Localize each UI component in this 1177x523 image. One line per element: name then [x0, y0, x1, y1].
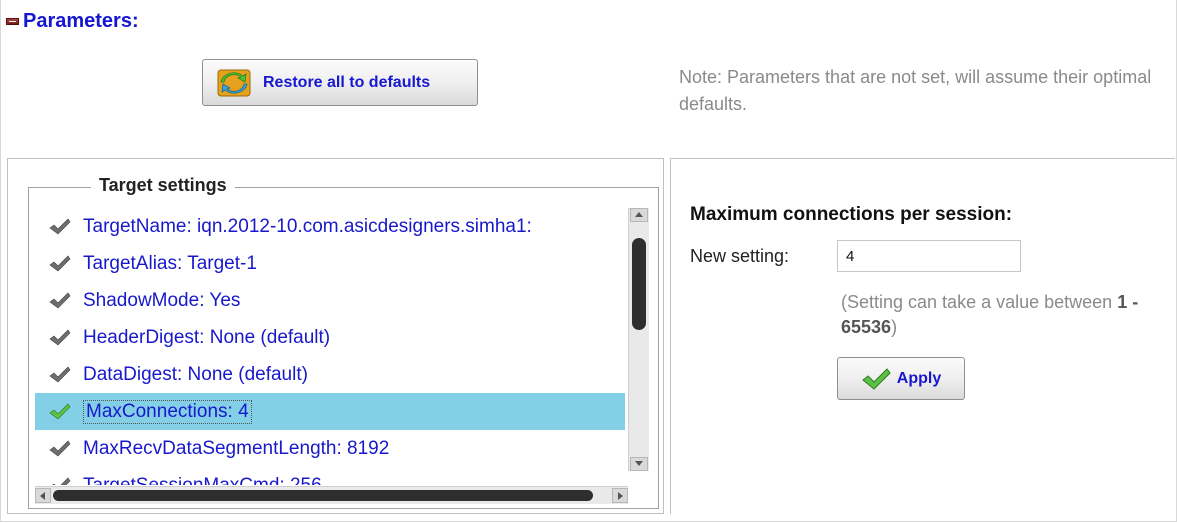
list-item[interactable]: ShadowMode: Yes	[35, 282, 625, 319]
restore-defaults-label: Restore all to defaults	[263, 73, 431, 91]
collapse-icon[interactable]	[6, 18, 19, 25]
vertical-scrollbar[interactable]	[628, 208, 649, 471]
list-item[interactable]: TargetName: iqn.2012-10.com.asicdesigner…	[35, 208, 625, 245]
new-setting-label: New setting:	[690, 246, 790, 266]
checkmark-icon	[49, 440, 71, 456]
list-item-selected[interactable]: MaxConnections: 4	[35, 393, 625, 430]
list-item-label: ShadowMode: Yes	[83, 289, 241, 311]
list-item-label: MaxRecvDataSegmentLength: 8192	[83, 437, 390, 459]
target-settings-fieldset: Target settings TargetName: iqn.2012-10.…	[28, 175, 659, 509]
hint-prefix: (Setting can take a value between	[841, 292, 1118, 312]
restore-defaults-button[interactable]: Restore all to defaults	[202, 59, 478, 106]
scroll-up-arrow-icon[interactable]	[630, 208, 648, 222]
list-item-label: MaxConnections: 4	[83, 399, 252, 424]
horizontal-scroll-thumb[interactable]	[53, 490, 593, 501]
checkmark-icon	[49, 255, 71, 271]
checkmark-icon	[49, 366, 71, 382]
checkmark-icon	[51, 477, 71, 485]
setting-title: Maximum connections per session:	[690, 204, 1013, 225]
vertical-scroll-thumb[interactable]	[632, 238, 646, 330]
green-check-icon	[861, 367, 891, 390]
setting-detail-panel: Maximum connections per session: New set…	[670, 158, 1175, 514]
horizontal-scrollbar[interactable]	[35, 486, 628, 504]
apply-button[interactable]: Apply	[837, 357, 965, 400]
list-item[interactable]: TargetSessionMaxCmd: 256	[35, 467, 625, 485]
list-item-label: TargetName: iqn.2012-10.com.asicdesigner…	[83, 215, 532, 237]
checkmark-icon	[49, 329, 71, 345]
scroll-down-arrow-icon[interactable]	[630, 457, 648, 471]
new-setting-input[interactable]	[837, 240, 1021, 272]
scroll-left-arrow-icon[interactable]	[35, 488, 51, 503]
apply-label: Apply	[896, 369, 942, 387]
target-settings-panel: Target settings TargetName: iqn.2012-10.…	[7, 158, 664, 514]
checkmark-icon	[49, 292, 71, 308]
setting-range-hint: (Setting can take a value between 1 - 65…	[841, 290, 1141, 340]
hint-suffix: )	[891, 317, 898, 337]
list-item-label: TargetAlias: Target-1	[83, 252, 257, 274]
list-item-label: DataDigest: None (default)	[83, 363, 308, 385]
section-title: Parameters:	[23, 10, 139, 32]
checkmark-icon	[49, 218, 71, 234]
list-item-label: TargetSessionMaxCmd: 256	[83, 474, 322, 486]
list-item-label: HeaderDigest: None (default)	[83, 326, 331, 348]
refresh-arrows-icon	[217, 69, 251, 96]
list-item[interactable]: MaxRecvDataSegmentLength: 8192	[35, 430, 625, 467]
parameters-header[interactable]: Parameters:	[6, 10, 139, 33]
list-item[interactable]: HeaderDigest: None (default)	[35, 319, 625, 356]
target-settings-list[interactable]: TargetName: iqn.2012-10.com.asicdesigner…	[35, 208, 625, 485]
target-settings-legend: Target settings	[91, 175, 235, 196]
checkmark-icon	[49, 403, 71, 419]
defaults-note: Note: Parameters that are not set, will …	[679, 67, 1152, 114]
list-item[interactable]: DataDigest: None (default)	[35, 356, 625, 393]
list-item[interactable]: TargetAlias: Target-1	[35, 245, 625, 282]
scroll-right-arrow-icon[interactable]	[612, 488, 628, 503]
